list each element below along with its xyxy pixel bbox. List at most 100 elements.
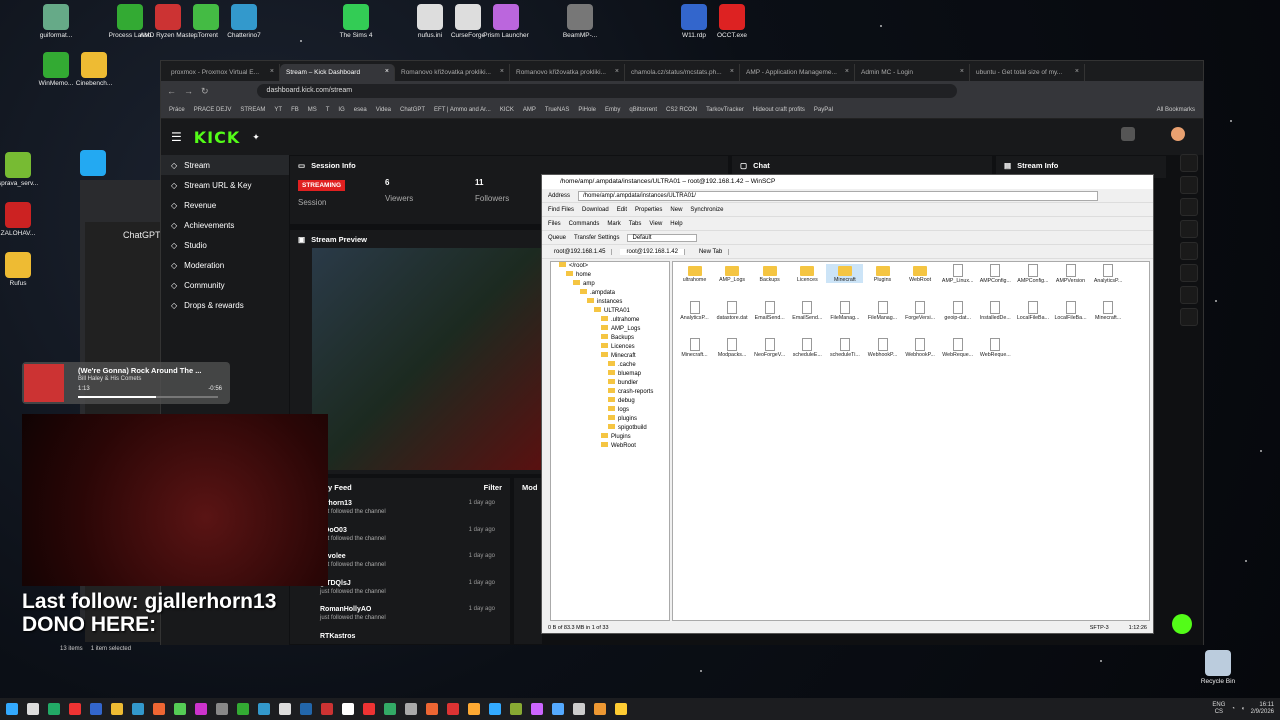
taskbar-app-icon[interactable] <box>489 703 501 715</box>
taskbar-app-icon[interactable] <box>342 703 354 715</box>
file-item[interactable]: WebRoot <box>902 264 939 283</box>
desktop-icon[interactable]: Cinebench... <box>64 52 124 87</box>
taskbar-app-icon[interactable] <box>510 703 522 715</box>
taskbar-app-icon[interactable] <box>279 703 291 715</box>
file-item[interactable]: AMPVersion <box>1052 264 1089 284</box>
session-tab[interactable]: root@192.168.1.42 <box>620 248 685 255</box>
close-icon[interactable]: × <box>845 68 849 75</box>
bookmark-item[interactable]: IG <box>338 107 344 113</box>
clock-time[interactable]: 16:11 <box>1251 702 1274 709</box>
browser-tab[interactable]: Admin MC - Login × <box>855 64 970 81</box>
bookmark-item[interactable]: PiHole <box>578 107 596 113</box>
tree-node[interactable]: ULTRA01 <box>551 307 669 316</box>
clock-date[interactable]: 2/9/2026 <box>1251 709 1274 716</box>
browser-tab[interactable]: proxmox - Proxmox Virtual E... × <box>165 64 280 81</box>
taskbar-app-icon[interactable] <box>426 703 438 715</box>
tool-icon[interactable] <box>1180 220 1198 238</box>
desktop-icon[interactable]: ZALOHAV... <box>0 202 48 237</box>
taskbar-app-icon[interactable] <box>153 703 165 715</box>
tree-node[interactable]: Licences <box>551 343 669 352</box>
start-icon[interactable] <box>6 703 18 715</box>
bookmark-item[interactable]: STREAM <box>240 107 265 113</box>
file-item[interactable]: Minecraft <box>826 264 864 283</box>
bookmark-item[interactable]: FB <box>291 107 299 113</box>
tree-node[interactable]: bundler <box>551 379 669 388</box>
menu-item[interactable]: Mark <box>607 221 620 227</box>
taskbar-app-icon[interactable] <box>27 703 39 715</box>
taskbar-app-icon[interactable] <box>237 703 249 715</box>
toolbar-button[interactable]: Synchronize <box>690 207 723 213</box>
desktop-icon[interactable]: guiformat... <box>26 4 86 39</box>
taskbar-app-icon[interactable] <box>531 703 543 715</box>
file-item[interactable]: scheduleE... <box>789 338 826 358</box>
tree-node[interactable]: home <box>551 271 669 280</box>
taskbar-app-icon[interactable] <box>90 703 102 715</box>
taskbar-app-icon[interactable] <box>594 703 606 715</box>
file-item[interactable]: LocalFileBa... <box>1052 301 1089 321</box>
file-item[interactable]: FileManag... <box>864 301 901 321</box>
bookmark-item[interactable]: Videa <box>376 107 391 113</box>
close-icon[interactable]: × <box>730 68 734 75</box>
file-item[interactable]: WebReque... <box>977 338 1014 358</box>
taskbar-app-icon[interactable] <box>573 703 585 715</box>
tree-node[interactable]: .ultrahome <box>551 316 669 325</box>
taskbar-app-icon[interactable] <box>384 703 396 715</box>
taskbar-app-icon[interactable] <box>405 703 417 715</box>
browser-tab[interactable]: chamola.cz/status/mcstats.ph... × <box>625 64 740 81</box>
tree-node[interactable]: instances <box>551 298 669 307</box>
desktop-icon[interactable]: Rufus <box>0 252 48 287</box>
close-icon[interactable]: × <box>385 68 389 75</box>
tree-node[interactable]: </root> <box>551 262 669 271</box>
back-icon[interactable]: ← <box>167 86 176 96</box>
file-item[interactable]: AMPConfig... <box>977 264 1014 284</box>
file-item[interactable]: Licences <box>789 264 826 283</box>
browser-tab[interactable]: AMP - Application Manageme... × <box>740 64 855 81</box>
bookmark-item[interactable]: AMP <box>523 107 536 113</box>
close-icon[interactable]: × <box>500 68 504 75</box>
bookmark-item[interactable]: Emby <box>605 107 620 113</box>
desktop-icon[interactable]: OCCT.exe <box>702 4 762 39</box>
nav-item[interactable]: ◇ Stream <box>161 155 289 175</box>
taskbar-app-icon[interactable] <box>363 703 375 715</box>
bookmark-item[interactable]: EFT | Ammo and Ar... <box>434 107 491 113</box>
close-icon[interactable]: × <box>960 68 964 75</box>
file-item[interactable]: FileManag... <box>826 301 863 321</box>
menu-item[interactable]: Files <box>548 221 561 227</box>
browser-tab[interactable]: Romanovo křižovatka prokliki... × <box>395 64 510 81</box>
tree-node[interactable]: crash-reports <box>551 388 669 397</box>
browser-tab[interactable]: Stream – Kick Dashboard × <box>280 64 395 81</box>
tool-icon[interactable] <box>1180 154 1198 172</box>
kick-chat-bubble-icon[interactable] <box>1172 614 1192 634</box>
bookmark-item[interactable]: CS2 RCON <box>666 107 697 113</box>
file-item[interactable]: Plugins <box>864 264 901 283</box>
taskbar-app-icon[interactable] <box>69 703 81 715</box>
file-item[interactable]: ForgeVersi... <box>902 301 939 321</box>
bookmark-item[interactable]: PayPal <box>814 107 833 113</box>
filter-button[interactable]: Filter <box>484 483 502 492</box>
settings-gear-icon[interactable] <box>1121 127 1135 141</box>
toolbar-button[interactable]: Find Files <box>548 207 574 213</box>
file-item[interactable]: NeoForgeV... <box>751 338 788 358</box>
track-progress[interactable] <box>78 396 218 398</box>
tree-node[interactable]: debug <box>551 397 669 406</box>
nav-item[interactable]: ◇ Community <box>161 275 289 295</box>
bookmark-item[interactable]: PRACE DEJV <box>194 107 232 113</box>
taskbar-app-icon[interactable] <box>132 703 144 715</box>
tree-node[interactable]: Plugins <box>551 433 669 442</box>
tree-node[interactable]: amp <box>551 280 669 289</box>
file-item[interactable]: scheduleTi... <box>826 338 863 358</box>
nav-item[interactable]: ◇ Achievements <box>161 215 289 235</box>
tree-node[interactable]: Minecraft <box>551 352 669 361</box>
taskbar-app-icon[interactable] <box>552 703 564 715</box>
taskbar-app-icon[interactable] <box>195 703 207 715</box>
desktop-icon[interactable]: Chatterino7 <box>214 4 274 39</box>
desktop-icon[interactable]: sprava_serv... <box>0 152 48 187</box>
taskbar-app-icon[interactable] <box>321 703 333 715</box>
queue-button[interactable]: Queue <box>548 235 566 241</box>
file-item[interactable]: Minecraft... <box>1090 301 1127 321</box>
transfer-settings-select[interactable]: Default <box>627 233 698 242</box>
vscode-icon[interactable] <box>80 150 106 176</box>
file-item[interactable]: Backups <box>751 264 788 283</box>
language-label[interactable]: ENG <box>1212 702 1225 709</box>
file-item[interactable]: AnalyticsP... <box>676 301 713 321</box>
